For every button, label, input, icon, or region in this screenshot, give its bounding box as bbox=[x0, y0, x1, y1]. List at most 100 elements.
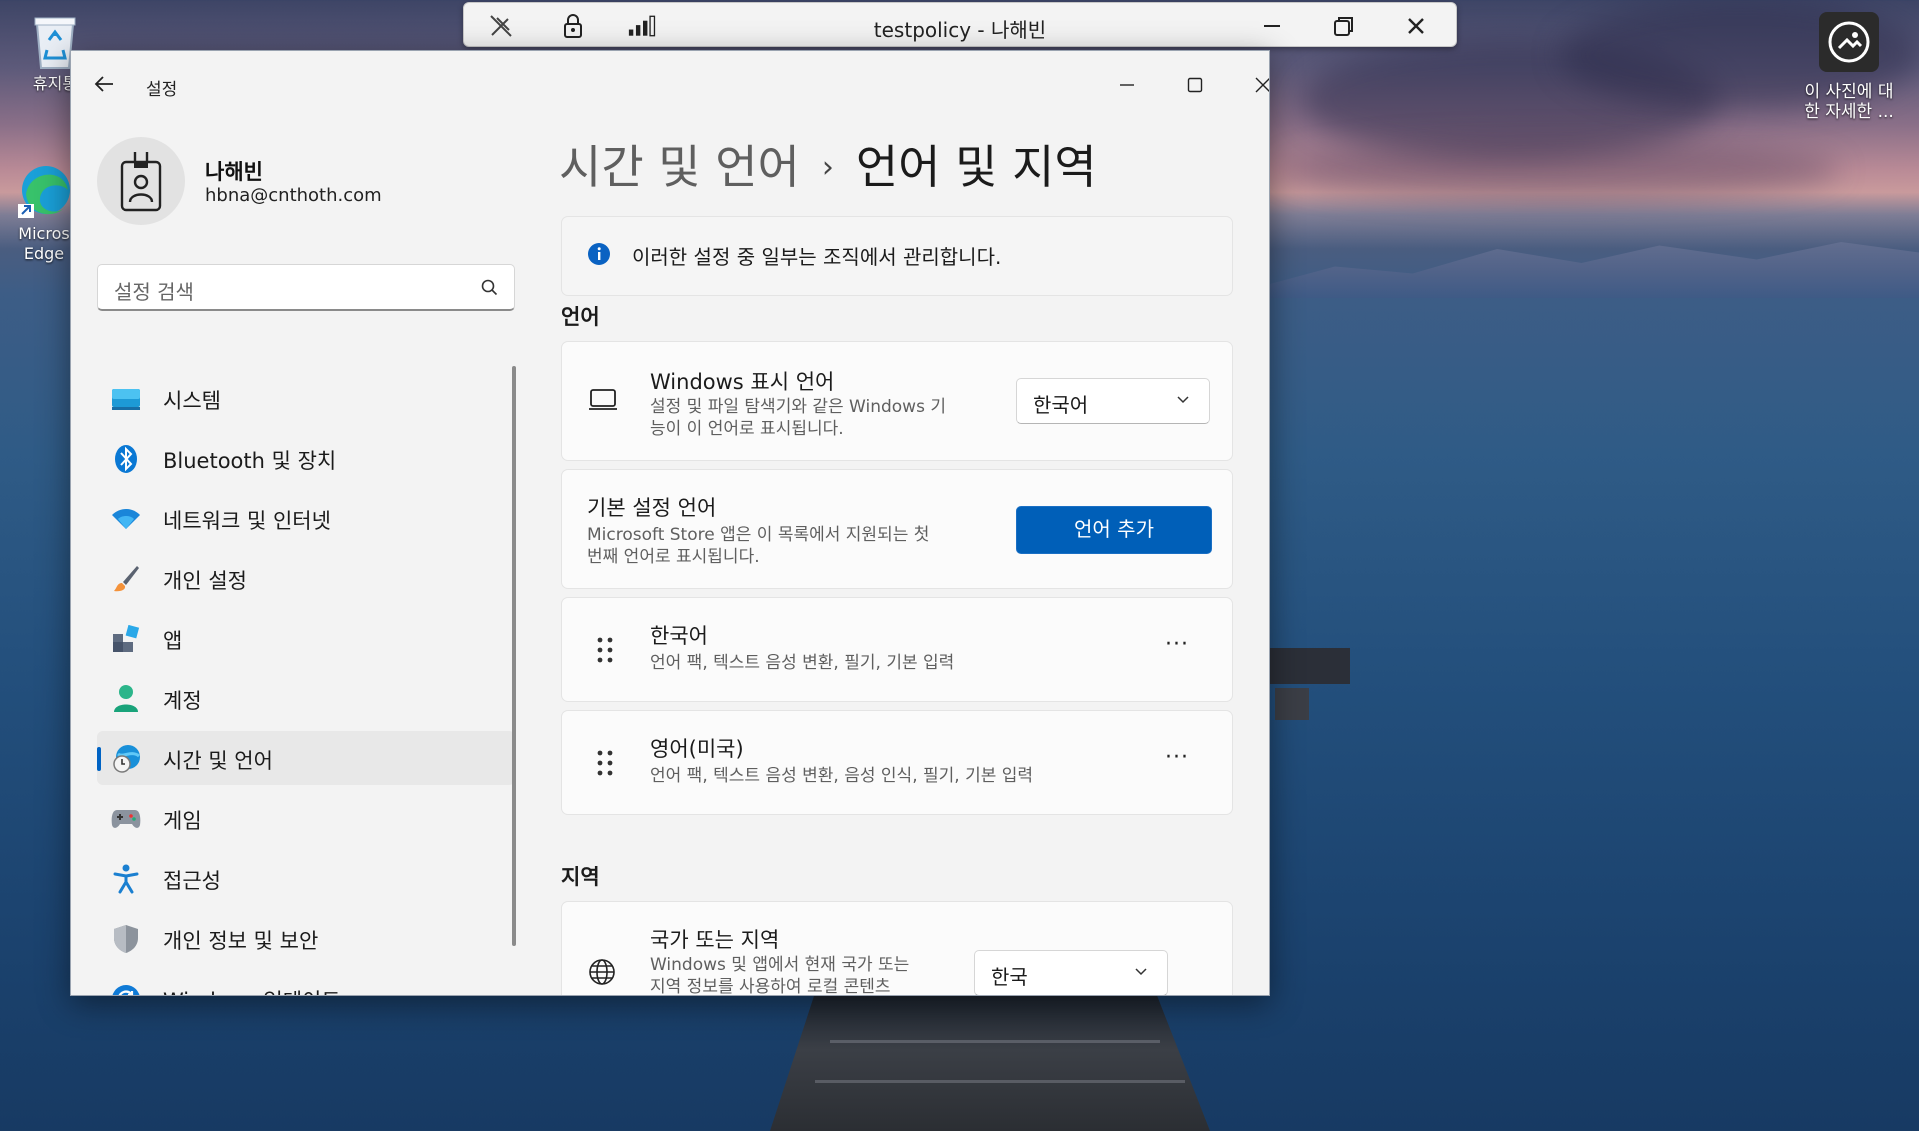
sidebar-item-bluetooth[interactable]: Bluetooth 및 장치 bbox=[97, 431, 515, 485]
remote-session-title: testpolicy - 나해빈 bbox=[873, 18, 1047, 42]
wifi-icon bbox=[111, 504, 141, 534]
info-banner-text: 이러한 설정 중 일부는 조직에서 관리합니다. bbox=[632, 245, 1002, 269]
sidebar-item-label: 시스템 bbox=[163, 389, 221, 413]
sidebar-item-label: 앱 bbox=[163, 629, 183, 653]
time-language-icon bbox=[111, 744, 141, 774]
sidebar-item-label: 시간 및 언어 bbox=[163, 749, 273, 773]
settings-window: 설정 나해빈 hbna@cnthoth.com 설정 검색 시스템 Blueto… bbox=[70, 50, 1270, 996]
display-language-card: Windows 표시 언어 설정 및 파일 탐색기와 같은 Windows 기 … bbox=[561, 341, 1233, 461]
display-language-value: 한국어 bbox=[1033, 393, 1089, 417]
country-region-value: 한국 bbox=[991, 965, 1028, 989]
sidebar-item-windows-update[interactable]: Windows 업데이트 bbox=[97, 971, 515, 995]
drag-handle-icon[interactable] bbox=[595, 636, 615, 666]
restore-icon[interactable] bbox=[1329, 11, 1359, 41]
photo-info-label: 이 사진에 대 한 자세한 ... bbox=[1804, 82, 1894, 122]
edge-label: Micros Edge bbox=[18, 224, 70, 263]
display-language-desc-2: 능이 이 언어로 표시됩니다. bbox=[650, 419, 844, 439]
language-row-english-us[interactable]: 영어(미국) 언어 팩, 텍스트 음성 변환, 음성 인식, 필기, 기본 입력… bbox=[561, 710, 1233, 815]
sidebar-item-privacy[interactable]: 개인 정보 및 보안 bbox=[97, 911, 515, 965]
language-features: 언어 팩, 텍스트 음성 변환, 필기, 기본 입력 bbox=[650, 653, 955, 673]
breadcrumb-separator: › bbox=[821, 150, 834, 185]
sidebar-item-accessibility[interactable]: 접근성 bbox=[97, 851, 515, 905]
search-placeholder: 설정 검색 bbox=[114, 280, 194, 304]
country-region-card: 국가 또는 지역 Windows 및 앱에서 현재 국가 또는 지역 정보를 사… bbox=[561, 901, 1233, 996]
sidebar-item-system[interactable]: 시스템 bbox=[97, 371, 515, 425]
system-icon bbox=[111, 384, 141, 414]
sidebar-item-apps[interactable]: 앱 bbox=[97, 611, 515, 665]
more-options-button[interactable]: ··· bbox=[1165, 632, 1189, 657]
avatar[interactable] bbox=[97, 137, 185, 225]
country-region-desc-2: 지역 정보를 사용하여 로컬 콘텐츠 bbox=[650, 977, 891, 996]
globe-icon bbox=[588, 958, 616, 990]
display-language-title: Windows 표시 언어 bbox=[650, 370, 835, 394]
app-title: 설정 bbox=[146, 80, 178, 100]
sidebar-item-label: 접근성 bbox=[163, 869, 221, 893]
close-icon bbox=[1255, 77, 1269, 93]
language-row-korean[interactable]: 한국어 언어 팩, 텍스트 음성 변환, 필기, 기본 입력 ··· bbox=[561, 597, 1233, 702]
sidebar-scrollbar[interactable] bbox=[512, 366, 516, 946]
settings-search-input[interactable]: 설정 검색 bbox=[97, 264, 515, 311]
sidebar-item-network[interactable]: 네트워크 및 인터넷 bbox=[97, 491, 515, 545]
apps-icon bbox=[111, 624, 141, 654]
more-options-button[interactable]: ··· bbox=[1165, 745, 1189, 770]
shield-icon bbox=[111, 924, 141, 954]
country-region-dropdown[interactable]: 한국 bbox=[974, 950, 1168, 995]
chevron-down-icon bbox=[1175, 391, 1191, 411]
sidebar-item-personalization[interactable]: 개인 설정 bbox=[97, 551, 515, 605]
back-arrow-icon bbox=[94, 76, 113, 92]
chevron-down-icon bbox=[1133, 963, 1149, 983]
language-name: 영어(미국) bbox=[650, 737, 744, 761]
preferred-languages-card: 기본 설정 언어 Microsoft Store 앱은 이 목록에서 지원되는 … bbox=[561, 469, 1233, 589]
language-features: 언어 팩, 텍스트 음성 변환, 음성 인식, 필기, 기본 입력 bbox=[650, 766, 1034, 786]
minimize-icon[interactable] bbox=[1257, 11, 1287, 41]
sidebar-item-label: 게임 bbox=[163, 809, 202, 833]
breadcrumb: 시간 및 언어 › 언어 및 지역 bbox=[559, 131, 1097, 197]
close-icon[interactable] bbox=[1401, 11, 1431, 41]
sidebar-item-label: 계정 bbox=[163, 689, 202, 713]
display-language-dropdown[interactable]: 한국어 bbox=[1016, 378, 1210, 424]
user-email: hbna@cnthoth.com bbox=[205, 185, 382, 206]
language-section-heading: 언어 bbox=[561, 305, 600, 329]
maximize-icon bbox=[1187, 77, 1203, 93]
language-name: 한국어 bbox=[650, 624, 708, 648]
managed-info-banner: 이러한 설정 중 일부는 조직에서 관리합니다. bbox=[561, 216, 1233, 296]
edge-icon bbox=[18, 166, 70, 218]
minimize-icon bbox=[1120, 84, 1134, 86]
remote-session-bar: testpolicy - 나해빈 bbox=[463, 2, 1457, 47]
sidebar-item-label: 개인 설정 bbox=[163, 569, 247, 593]
sidebar-item-accounts[interactable]: 계정 bbox=[97, 671, 515, 725]
drag-handle-icon[interactable] bbox=[595, 749, 615, 779]
search-icon[interactable] bbox=[480, 278, 498, 300]
desktop-photo-info[interactable]: 이 사진에 대 한 자세한 ... bbox=[1790, 12, 1908, 122]
laptop-icon bbox=[588, 388, 618, 416]
sidebar-item-label: Bluetooth 및 장치 bbox=[163, 449, 337, 473]
gamepad-icon bbox=[111, 804, 141, 834]
user-name: 나해빈 bbox=[205, 160, 263, 184]
window-minimize-button[interactable] bbox=[1097, 65, 1157, 105]
sidebar-item-label: 개인 정보 및 보안 bbox=[163, 929, 319, 953]
region-section-heading: 지역 bbox=[561, 865, 600, 889]
window-close-button[interactable] bbox=[1233, 65, 1269, 105]
accessibility-icon bbox=[111, 864, 141, 894]
bluetooth-icon bbox=[111, 444, 141, 474]
sidebar-item-label: 네트워크 및 인터넷 bbox=[163, 509, 331, 533]
preferred-language-title: 기본 설정 언어 bbox=[587, 496, 717, 520]
breadcrumb-parent[interactable]: 시간 및 언어 bbox=[559, 140, 800, 194]
title-bar: 설정 bbox=[71, 51, 1269, 119]
preferred-language-desc-2: 번째 언어로 표시됩니다. bbox=[587, 547, 760, 567]
brush-icon bbox=[111, 564, 141, 594]
preferred-language-desc-1: Microsoft Store 앱은 이 목록에서 지원되는 첫 bbox=[587, 525, 930, 545]
page-title: 언어 및 지역 bbox=[855, 140, 1097, 194]
sidebar-item-gaming[interactable]: 게임 bbox=[97, 791, 515, 845]
update-icon bbox=[111, 984, 141, 995]
back-button[interactable] bbox=[93, 73, 119, 99]
country-region-title: 국가 또는 지역 bbox=[650, 928, 780, 952]
display-language-desc-1: 설정 및 파일 탐색기와 같은 Windows 기 bbox=[650, 397, 946, 417]
window-maximize-button[interactable] bbox=[1165, 65, 1225, 105]
account-icon bbox=[111, 684, 141, 714]
sidebar-item-label: Windows 업데이트 bbox=[163, 985, 341, 995]
desktop-icon-edge[interactable]: Micros Edge bbox=[14, 160, 74, 264]
add-language-button[interactable]: 언어 추가 bbox=[1016, 506, 1212, 554]
sidebar-item-time-language[interactable]: 시간 및 언어 bbox=[97, 731, 515, 785]
photo-info-icon bbox=[1828, 21, 1870, 63]
